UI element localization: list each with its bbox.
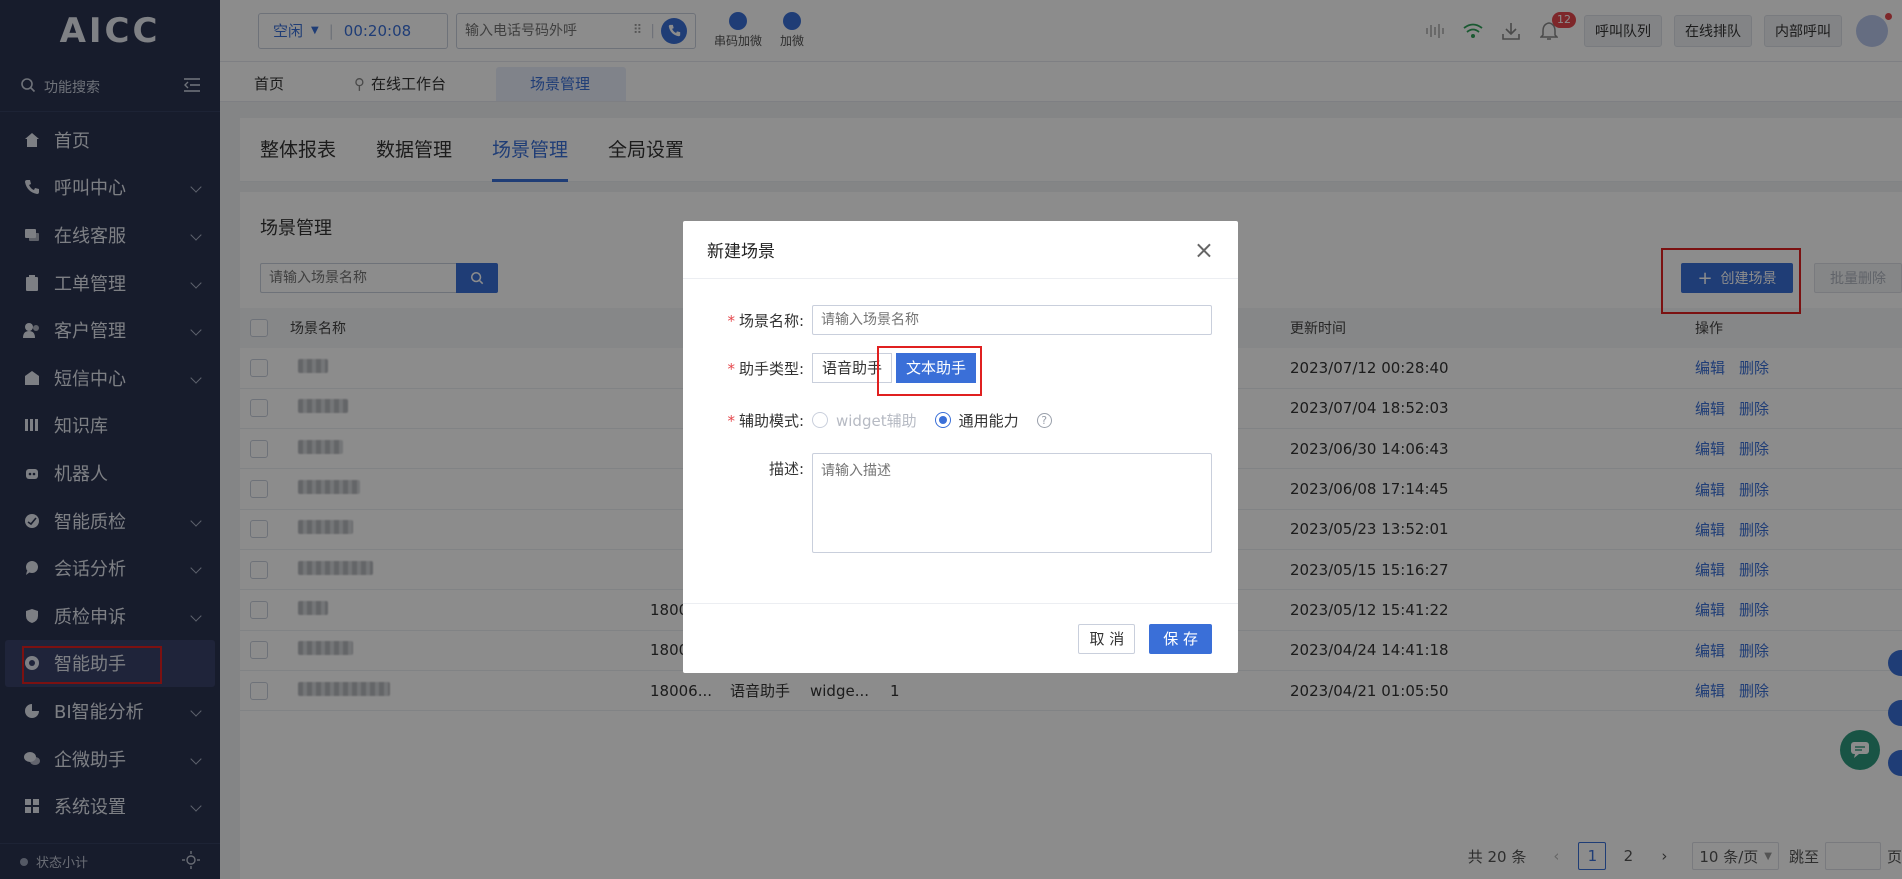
highlight-box	[877, 346, 982, 396]
assistant-type-switch: 语音助手 文本助手	[812, 346, 982, 396]
dialog-footer: 取 消 保 存	[683, 603, 1238, 673]
form-row-desc: 描述:	[707, 453, 1214, 557]
save-button[interactable]: 保 存	[1149, 623, 1212, 654]
form-row-type: * 助手类型: 语音助手 文本助手	[707, 346, 1214, 396]
form-row-mode: * 辅助模式: widget辅助 通用能力 ?	[707, 405, 1214, 435]
required-mark: *	[727, 412, 735, 430]
scene-name-label-text: 场景名称:	[738, 312, 804, 330]
help-icon[interactable]: ?	[1036, 412, 1052, 428]
new-scene-dialog: 新建场景 × *场景名称: *助手类型: 语音助手 文本助手 *辅助模式: wi…	[683, 221, 1238, 673]
dialog-title: 新建场景	[707, 242, 775, 262]
assistant-type-label-text: 助手类型:	[738, 360, 804, 378]
assist-mode-label-text: 辅助模式:	[738, 412, 804, 430]
required-mark: *	[727, 312, 735, 330]
dialog-body: *场景名称: *助手类型: 语音助手 文本助手 *辅助模式: widget辅助 …	[683, 279, 1238, 557]
cancel-button[interactable]: 取 消	[1078, 623, 1136, 654]
required-mark: *	[727, 360, 735, 378]
assistant-type-label: * 助手类型:	[707, 353, 812, 379]
mode-general-radio[interactable]	[934, 412, 951, 428]
form-row-name: * 场景名称:	[707, 305, 1214, 335]
dialog-header: 新建场景 ×	[683, 221, 1238, 279]
mode-widget-radio[interactable]	[812, 412, 828, 428]
desc-label: 描述:	[768, 460, 804, 478]
mode-general-label: 通用能力	[958, 411, 1019, 430]
scene-name-input[interactable]	[812, 305, 1212, 335]
desc-textarea[interactable]	[812, 453, 1212, 553]
mode-widget-label: widget辅助	[836, 411, 917, 430]
scene-name-label: * 场景名称:	[707, 305, 812, 331]
close-icon[interactable]: ×	[1194, 238, 1214, 262]
assist-mode-label: * 辅助模式:	[707, 405, 812, 431]
